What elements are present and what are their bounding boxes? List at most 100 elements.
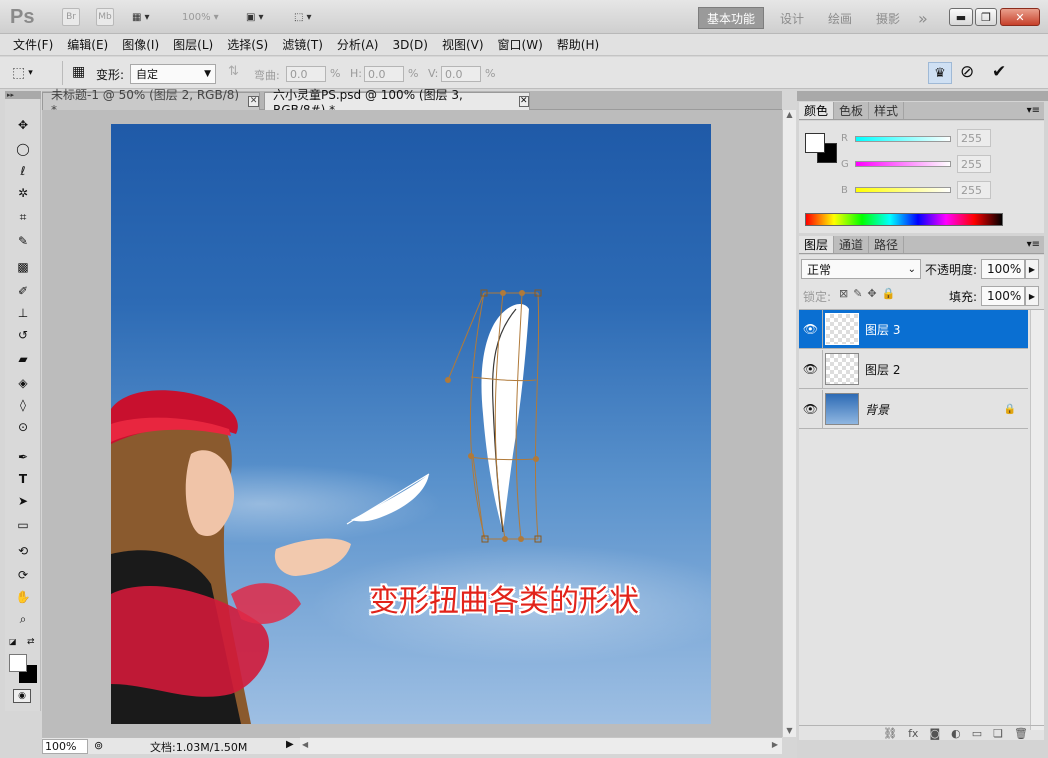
quick-select-tool-icon[interactable]: ✲: [11, 183, 35, 203]
tab-swatches[interactable]: 色板: [834, 102, 870, 119]
toolbox-collapse[interactable]: ▸▸: [5, 91, 41, 99]
healing-brush-tool-icon[interactable]: ▩: [11, 257, 35, 277]
workspace-painting[interactable]: 绘画: [820, 7, 860, 29]
visibility-eye-icon[interactable]: 👁: [799, 349, 823, 389]
orientation-icon[interactable]: ⇅: [228, 64, 239, 79]
channel-r-slider[interactable]: [855, 136, 951, 142]
status-icon[interactable]: ⊚: [94, 739, 103, 752]
layer-row-layer2[interactable]: 👁 图层 2: [799, 349, 1028, 389]
eyedropper-tool-icon[interactable]: ✎: [11, 231, 35, 251]
tab-psd-document[interactable]: 六小灵童PS.psd @ 100% (图层 3, RGB/8#) * ✕: [264, 88, 530, 117]
new-layer-icon[interactable]: ❏: [993, 727, 1003, 740]
arrange-documents-dropdown[interactable]: ▣ ▾: [246, 9, 263, 25]
panel-menu-icon[interactable]: ▾≡: [1027, 236, 1044, 253]
lasso-tool-icon[interactable]: ℓ: [11, 161, 35, 181]
visibility-eye-icon[interactable]: 👁: [799, 389, 823, 429]
marquee-tool-icon[interactable]: ◯: [11, 139, 35, 159]
blur-tool-icon[interactable]: ◊: [11, 395, 35, 415]
3d-rotate-tool-icon[interactable]: ⟲: [11, 541, 35, 561]
foreground-color-swatch[interactable]: [9, 654, 27, 672]
menu-layer[interactable]: 图层(L): [166, 36, 220, 53]
workspace-essentials[interactable]: 基本功能: [698, 7, 765, 29]
lock-icons[interactable]: ⊠✎✥🔒: [839, 287, 900, 300]
menu-help[interactable]: 帮助(H): [550, 36, 606, 53]
link-layers-icon[interactable]: ⛓: [883, 727, 897, 740]
shape-tool-icon[interactable]: ▭: [11, 515, 35, 535]
document-canvas[interactable]: 变形扭曲各类的形状: [111, 124, 711, 724]
tab-layers[interactable]: 图层: [799, 236, 835, 253]
scroll-right-icon[interactable]: ▶: [772, 740, 778, 749]
opacity-arrow-icon[interactable]: ▶: [1025, 259, 1039, 279]
zoom-tool-icon[interactable]: ⌕: [11, 609, 35, 629]
hand-tool-icon[interactable]: ✋: [11, 587, 35, 607]
h-distort-input[interactable]: 0.0: [364, 66, 404, 82]
layer-row-layer3[interactable]: 👁 图层 3: [799, 309, 1028, 349]
tab-untitled-1[interactable]: 未标题-1 @ 50% (图层 2, RGB/8) * ✕: [42, 88, 260, 117]
restore-button[interactable]: ❐: [975, 8, 997, 26]
opacity-input[interactable]: 100%: [981, 259, 1025, 279]
vertical-scrollbar[interactable]: ▲ ▼: [782, 110, 796, 737]
add-mask-icon[interactable]: ◙: [929, 727, 940, 740]
swap-colors-icon[interactable]: ⇄: [27, 637, 35, 647]
panel-menu-icon[interactable]: ▾≡: [1027, 102, 1044, 119]
screen-mode-dropdown[interactable]: ⬚ ▾: [294, 9, 311, 25]
paint-bucket-tool-icon[interactable]: ◈: [11, 373, 35, 393]
channel-g-value[interactable]: 255: [957, 155, 991, 173]
move-tool-icon[interactable]: ✥: [11, 115, 35, 135]
layers-scrollbar[interactable]: [1030, 310, 1044, 730]
panel-dock-header[interactable]: [797, 91, 1048, 101]
channel-r-value[interactable]: 255: [957, 129, 991, 147]
crop-tool-icon[interactable]: ⌗: [11, 207, 35, 227]
horizontal-scrollbar[interactable]: ◀ ▶: [300, 737, 782, 754]
reference-point-icon[interactable]: ▦: [72, 64, 85, 80]
mini-bridge-button[interactable]: Mb: [96, 8, 114, 26]
workspace-design[interactable]: 设计: [772, 7, 812, 29]
blend-mode-select[interactable]: 正常 ⌄: [801, 259, 921, 279]
scroll-down-icon[interactable]: ▼: [783, 726, 796, 735]
clone-stamp-tool-icon[interactable]: ⊥: [11, 303, 35, 323]
status-menu-arrow[interactable]: ▶: [286, 739, 294, 750]
zoom-level-dropdown[interactable]: 100% ▾: [182, 9, 219, 25]
zoom-input[interactable]: 100%: [42, 739, 88, 754]
minimize-button[interactable]: ▬: [949, 8, 973, 26]
tab-color[interactable]: 颜色: [799, 102, 835, 119]
commit-transform-button[interactable]: ✔: [992, 62, 1006, 82]
visibility-eye-icon[interactable]: 👁: [799, 309, 823, 349]
menu-window[interactable]: 窗口(W): [491, 36, 550, 53]
channel-b-value[interactable]: 255: [957, 181, 991, 199]
tool-preset-picker[interactable]: ⬚ ▾: [12, 64, 54, 82]
eraser-tool-icon[interactable]: ▰: [11, 349, 35, 369]
workspace-photography[interactable]: 摄影: [868, 7, 908, 29]
menu-image[interactable]: 图像(I): [115, 36, 166, 53]
menu-3d[interactable]: 3D(D): [385, 38, 434, 52]
foreground-color-swatch[interactable]: [805, 133, 825, 153]
scroll-left-icon[interactable]: ◀: [302, 740, 308, 749]
menu-select[interactable]: 选择(S): [220, 36, 275, 53]
bridge-button[interactable]: Br: [62, 8, 80, 26]
scroll-up-icon[interactable]: ▲: [783, 110, 796, 119]
tab-close-icon[interactable]: ✕: [248, 96, 259, 107]
menu-file[interactable]: 文件(F): [6, 36, 60, 53]
menu-edit[interactable]: 编辑(E): [60, 36, 115, 53]
menu-analysis[interactable]: 分析(A): [330, 36, 386, 53]
warp-mode-toggle[interactable]: ♛: [928, 62, 952, 84]
pen-tool-icon[interactable]: ✒: [11, 447, 35, 467]
close-button[interactable]: ✕: [1000, 8, 1040, 26]
dodge-tool-icon[interactable]: ⊙: [11, 417, 35, 437]
layer-style-icon[interactable]: fx: [908, 727, 918, 740]
brush-tool-icon[interactable]: ✐: [11, 281, 35, 301]
fill-arrow-icon[interactable]: ▶: [1025, 286, 1039, 306]
tab-channels[interactable]: 通道: [834, 236, 870, 253]
menu-filter[interactable]: 滤镜(T): [275, 36, 330, 53]
3d-orbit-tool-icon[interactable]: ⟳: [11, 565, 35, 585]
fill-input[interactable]: 100%: [981, 286, 1025, 306]
v-distort-input[interactable]: 0.0: [441, 66, 481, 82]
path-select-tool-icon[interactable]: ➤: [11, 491, 35, 511]
quick-mask-button[interactable]: ◉: [13, 689, 31, 703]
tab-paths[interactable]: 路径: [869, 236, 905, 253]
type-tool-icon[interactable]: T: [11, 469, 35, 489]
tab-close-icon[interactable]: ✕: [518, 96, 529, 107]
channel-b-slider[interactable]: [855, 187, 951, 193]
channel-g-slider[interactable]: [855, 161, 951, 167]
layer-row-background[interactable]: 👁 背景 🔒: [799, 389, 1028, 429]
